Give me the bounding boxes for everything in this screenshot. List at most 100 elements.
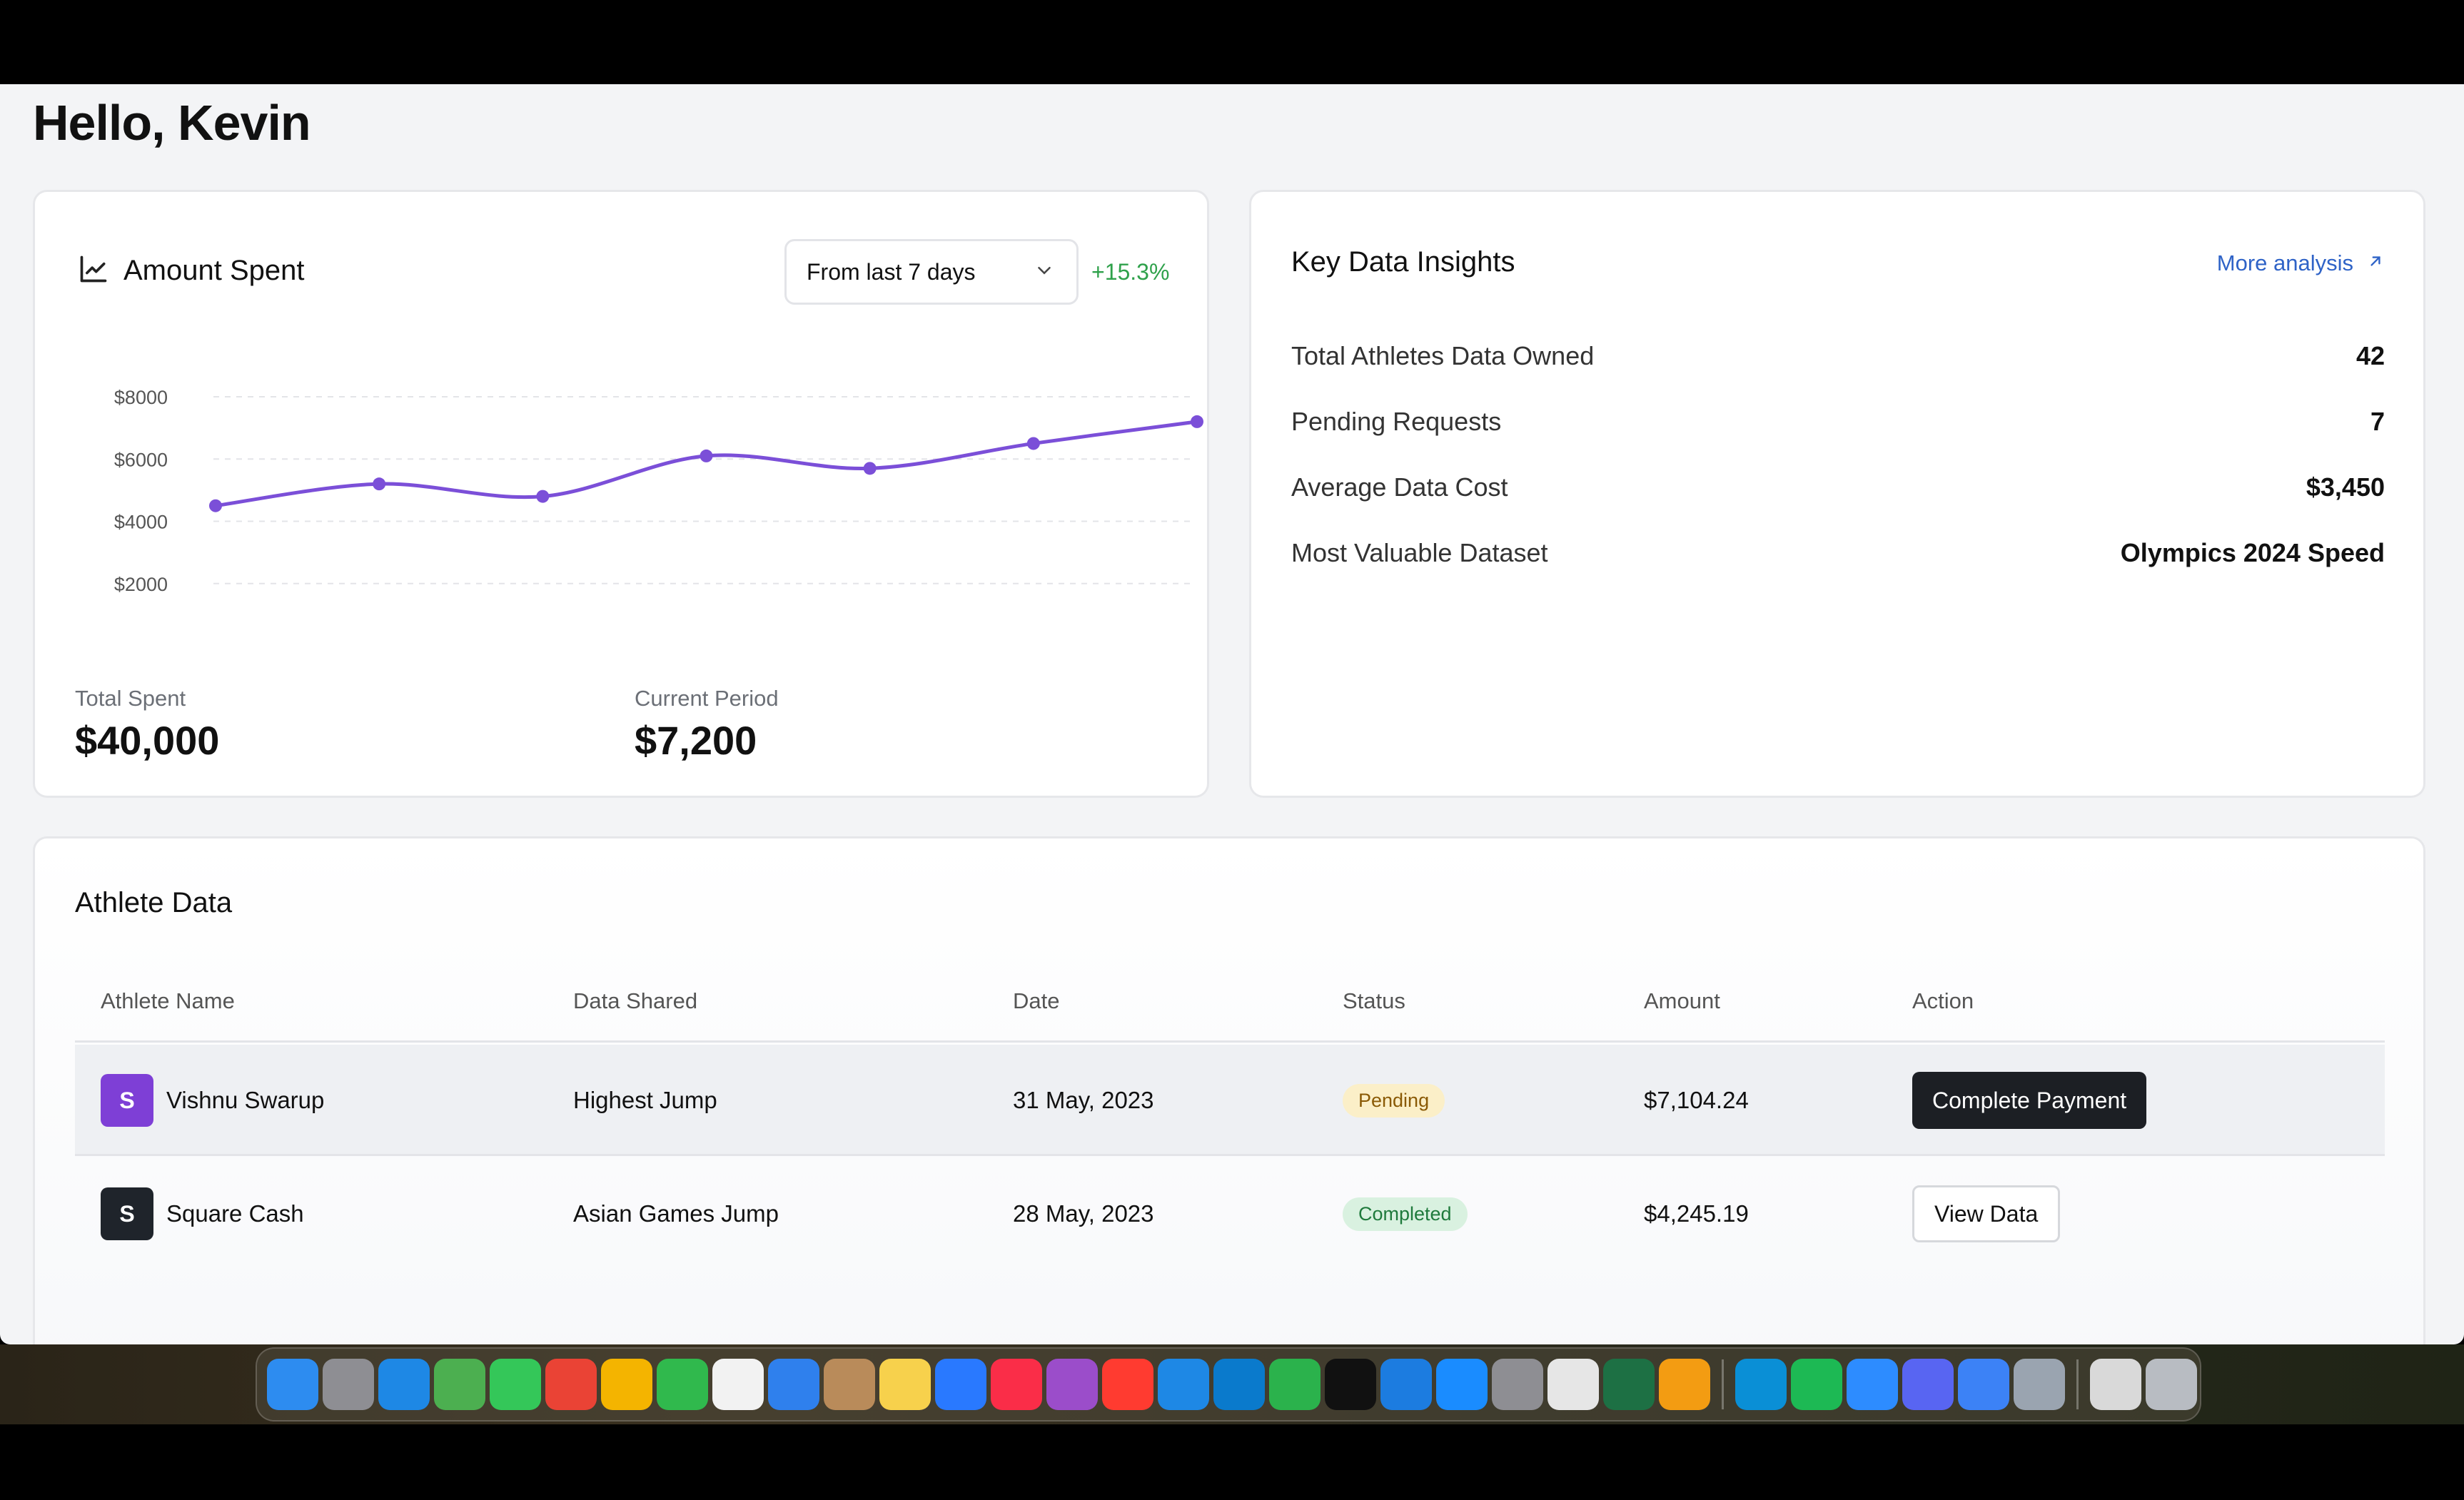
- y-tick-label: $2000: [114, 574, 168, 595]
- screen-bottom-bar: [0, 1424, 2464, 1500]
- appletv-icon[interactable]: [1325, 1359, 1376, 1410]
- discord-icon[interactable]: [1902, 1359, 1954, 1410]
- more-analysis-label: More analysis: [2216, 250, 2353, 275]
- total-spent-stat: Total Spent $40,000: [75, 686, 219, 764]
- column-header-athlete-name: Athlete Name: [101, 988, 235, 1013]
- status-badge: Pending: [1343, 1083, 1445, 1118]
- insight-row: Total Athletes Data Owned 42: [1291, 335, 2385, 377]
- chart-svg: $0$2000$4000$6000$8000Jan 1Jan 8Jan 15Ja…: [114, 387, 1203, 595]
- data-shared-cell: Asian Games Jump: [573, 1200, 779, 1227]
- date-cell: 31 May, 2023: [1013, 1087, 1154, 1113]
- xcode-icon[interactable]: [1380, 1359, 1432, 1410]
- column-header-status: Status: [1343, 988, 1405, 1013]
- music-icon[interactable]: [991, 1359, 1042, 1410]
- news-icon[interactable]: [1102, 1359, 1153, 1410]
- xcode-sim-icon[interactable]: [1958, 1359, 2009, 1410]
- calendar-icon[interactable]: [712, 1359, 764, 1410]
- avatar: S: [101, 1187, 153, 1240]
- settings-icon[interactable]: [1492, 1359, 1543, 1410]
- pages-icon[interactable]: [1659, 1359, 1710, 1410]
- insight-value: 42: [2356, 341, 2385, 370]
- arrow-up-right-icon: [2366, 250, 2385, 276]
- total-spent-value: $40,000: [75, 718, 220, 763]
- amount-spent-title: Amount Spent: [123, 255, 305, 286]
- photos-icon[interactable]: [601, 1359, 652, 1410]
- insight-value: Olympics 2024 Speed: [2120, 538, 2385, 567]
- documents-icon[interactable]: [2090, 1359, 2141, 1410]
- trash-icon[interactable]: [2146, 1359, 2197, 1410]
- network-icon[interactable]: [1735, 1359, 1787, 1410]
- screenflow-icon[interactable]: [1547, 1359, 1599, 1410]
- current-period-value: $7,200: [635, 718, 757, 763]
- numbers-icon[interactable]: [1269, 1359, 1321, 1410]
- athlete-name-cell: S Vishnu Swarup: [101, 1045, 324, 1156]
- messages-icon[interactable]: [490, 1359, 541, 1410]
- mail-icon[interactable]: [768, 1359, 819, 1410]
- athlete-name: Square Cash: [166, 1200, 304, 1227]
- amount-line-chart: $0$2000$4000$6000$8000Jan 1Jan 8Jan 15Ja…: [35, 320, 1211, 634]
- spotify-icon[interactable]: [1791, 1359, 1842, 1410]
- period-select-value: From last 7 days: [807, 258, 976, 285]
- data-point[interactable]: [700, 449, 713, 462]
- maps-icon[interactable]: [434, 1359, 485, 1410]
- period-select[interactable]: From last 7 days: [784, 239, 1079, 305]
- dock-separator: [2076, 1359, 2079, 1409]
- chrome-icon[interactable]: [545, 1359, 597, 1410]
- table-row[interactable]: S Vishnu Swarup Highest Jump 31 May, 202…: [75, 1045, 2385, 1156]
- growth-percentage: +15.3%: [1091, 259, 1170, 285]
- status-cell: Pending: [1343, 1045, 1445, 1156]
- data-point[interactable]: [536, 490, 550, 503]
- data-point[interactable]: [1026, 437, 1040, 450]
- appstore-icon[interactable]: [1436, 1359, 1488, 1410]
- view-data-button[interactable]: View Data: [1912, 1185, 2061, 1242]
- contacts-icon[interactable]: [824, 1359, 875, 1410]
- chevron-down-icon: [1034, 260, 1055, 285]
- data-point[interactable]: [373, 477, 386, 491]
- insight-label: Pending Requests: [1291, 407, 1502, 436]
- status-badge: Completed: [1343, 1197, 1468, 1231]
- preview-icon[interactable]: [2014, 1359, 2065, 1410]
- current-period-label: Current Period: [635, 686, 779, 711]
- complete-payment-button[interactable]: Complete Payment: [1912, 1072, 2147, 1129]
- notes-icon[interactable]: [879, 1359, 931, 1410]
- insights-title: Key Data Insights: [1291, 246, 1515, 278]
- total-spent-label: Total Spent: [75, 686, 186, 711]
- excel-icon[interactable]: [1603, 1359, 1655, 1410]
- finder-icon[interactable]: [267, 1359, 318, 1410]
- more-analysis-link[interactable]: More analysis: [2217, 250, 2385, 276]
- line-chart-icon: [78, 253, 109, 288]
- y-tick-label: $6000: [114, 449, 168, 470]
- safari-icon[interactable]: [378, 1359, 430, 1410]
- status-cell: Completed: [1343, 1158, 1468, 1270]
- data-point[interactable]: [863, 462, 877, 475]
- column-header-action: Action: [1912, 988, 1974, 1013]
- data-point[interactable]: [209, 499, 222, 512]
- keynote-icon[interactable]: [1158, 1359, 1209, 1410]
- table-row[interactable]: S Square Cash Asian Games Jump 28 May, 2…: [75, 1158, 2385, 1270]
- insight-value: $3,450: [2306, 472, 2385, 502]
- action-cell: Complete Payment: [1912, 1045, 2147, 1156]
- vscode-icon[interactable]: [1213, 1359, 1265, 1410]
- insight-row: Most Valuable Dataset Olympics 2024 Spee…: [1291, 532, 2385, 574]
- athlete-name-cell: S Square Cash: [101, 1158, 304, 1270]
- amount-spent-header: Amount Spent: [78, 253, 305, 288]
- data-point[interactable]: [1191, 415, 1203, 428]
- athlete-data-title: Athlete Data: [75, 887, 233, 918]
- insight-label: Most Valuable Dataset: [1291, 538, 1548, 567]
- dashboard-window: Hello, Kevin Amount Spent From last 7 da…: [0, 84, 2464, 1344]
- zoom-icon[interactable]: [1847, 1359, 1898, 1410]
- freeform-icon[interactable]: [935, 1359, 986, 1410]
- y-tick-label: $4000: [114, 512, 168, 533]
- insight-value: 7: [2370, 407, 2385, 436]
- insight-row: Pending Requests 7: [1291, 400, 2385, 443]
- window-top-bar: [0, 0, 2464, 84]
- launchpad-icon[interactable]: [323, 1359, 374, 1410]
- podcasts-icon[interactable]: [1046, 1359, 1098, 1410]
- column-header-date: Date: [1013, 988, 1060, 1013]
- athlete-name: Vishnu Swarup: [166, 1087, 325, 1113]
- amount-cell: $4,245.19: [1644, 1200, 1749, 1227]
- avatar: S: [101, 1074, 153, 1127]
- insight-row: Average Data Cost $3,450: [1291, 466, 2385, 509]
- facetime-icon[interactable]: [657, 1359, 708, 1410]
- action-cell: View Data: [1912, 1158, 2061, 1270]
